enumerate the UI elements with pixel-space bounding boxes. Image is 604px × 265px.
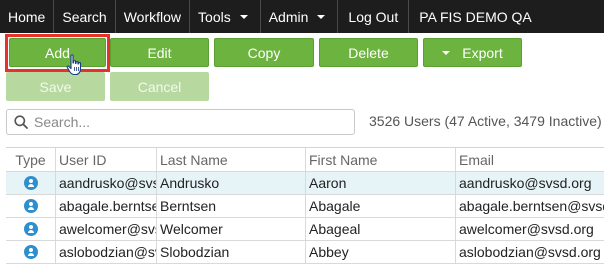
email-cell: awelcomer@svsd.org: [459, 221, 594, 237]
email-cell: abagale.berntsen@svsd.org: [459, 198, 604, 214]
first-name-cell: Aaron: [306, 172, 456, 194]
last-name-cell: Berntsen: [157, 195, 306, 217]
user-id-cell: abagale.berntsen: [56, 195, 157, 217]
search-input[interactable]: [34, 114, 334, 130]
type-cell: [6, 172, 56, 194]
nav-admin-label: Admin: [268, 8, 309, 25]
table-row[interactable]: awelcomer@svsd.org Welcomer Abageal awel…: [6, 218, 604, 241]
table-row[interactable]: abagale.berntsen Berntsen Abagale abagal…: [6, 195, 604, 218]
table-row[interactable]: aslobodzian@svsd.org Slobodzian Abbey as…: [6, 241, 604, 264]
last-name-cell: Andrusko: [157, 172, 306, 194]
delete-button-label: Delete: [348, 44, 389, 61]
top-nav: Home Search Workflow Tools Admin Log Out…: [0, 0, 604, 33]
user-id-cell: aandrusko@svsd.org: [56, 172, 157, 194]
user-icon: [23, 222, 38, 236]
cancel-button-label: Cancel: [137, 78, 182, 95]
cancel-button[interactable]: Cancel: [110, 72, 209, 101]
column-header-first-name[interactable]: First Name: [306, 148, 456, 171]
search-box[interactable]: [6, 109, 355, 135]
save-button-label: Save: [39, 78, 72, 95]
table-row[interactable]: aandrusko@svsd.org Andrusko Aaron aandru…: [6, 172, 604, 195]
hand-pointer-icon: [66, 54, 82, 76]
nav-search[interactable]: Search: [54, 0, 116, 33]
first-name-cell: Abageal: [306, 218, 456, 240]
last-name-cell: Slobodzian: [157, 241, 306, 263]
user-id-cell: awelcomer@svsd.org: [56, 218, 157, 240]
email-cell: aandrusko@svsd.org: [459, 175, 592, 191]
export-button-label: Export: [462, 44, 503, 61]
column-header-email[interactable]: Email: [456, 148, 604, 171]
user-icon: [23, 245, 38, 259]
nav-tools[interactable]: Tools: [190, 0, 261, 33]
save-button[interactable]: Save: [6, 72, 105, 101]
nav-workflow-label: Workflow: [123, 8, 182, 25]
last-name-cell: Welcomer: [157, 218, 306, 240]
export-button[interactable]: Export: [423, 38, 522, 67]
user-count-summary: 3526 Users (47 Active, 3479 Inactive): [369, 113, 602, 129]
delete-button[interactable]: Delete: [319, 38, 418, 67]
column-header-last-name[interactable]: Last Name: [157, 148, 306, 171]
first-name-cell: Abagale: [306, 195, 456, 217]
user-id-cell: aslobodzian@svsd.org: [56, 241, 157, 263]
users-table: Type User ID Last Name First Name Email …: [6, 147, 604, 264]
user-icon: [23, 199, 38, 213]
type-cell: [6, 241, 56, 263]
type-cell: [6, 218, 56, 240]
column-header-user-id[interactable]: User ID: [56, 148, 157, 171]
app-title: PA FIS DEMO QA: [419, 8, 532, 25]
column-header-type[interactable]: Type: [6, 148, 56, 171]
chevron-down-icon: [317, 14, 326, 19]
edit-button-label: Edit: [147, 44, 172, 61]
copy-button-label: Copy: [247, 44, 281, 61]
chevron-down-icon: [442, 50, 451, 55]
copy-button[interactable]: Copy: [214, 38, 314, 67]
email-cell: aslobodzian@svsd.org: [459, 244, 601, 260]
user-icon: [23, 176, 38, 190]
nav-logout-label: Log Out: [348, 8, 399, 25]
type-cell: [6, 195, 56, 217]
edit-button[interactable]: Edit: [110, 38, 209, 67]
nav-search-label: Search: [62, 8, 107, 25]
add-button[interactable]: Add: [9, 38, 106, 67]
nav-logout[interactable]: Log Out: [338, 0, 410, 33]
chevron-down-icon: [239, 14, 248, 19]
search-icon: [14, 115, 28, 129]
table-header: Type User ID Last Name First Name Email: [6, 148, 604, 172]
nav-tools-label: Tools: [198, 8, 231, 25]
nav-home-label: Home: [8, 8, 46, 25]
first-name-cell: Abbey: [306, 241, 456, 263]
nav-admin[interactable]: Admin: [261, 0, 339, 33]
nav-home[interactable]: Home: [0, 0, 55, 33]
nav-workflow[interactable]: Workflow: [116, 0, 191, 33]
